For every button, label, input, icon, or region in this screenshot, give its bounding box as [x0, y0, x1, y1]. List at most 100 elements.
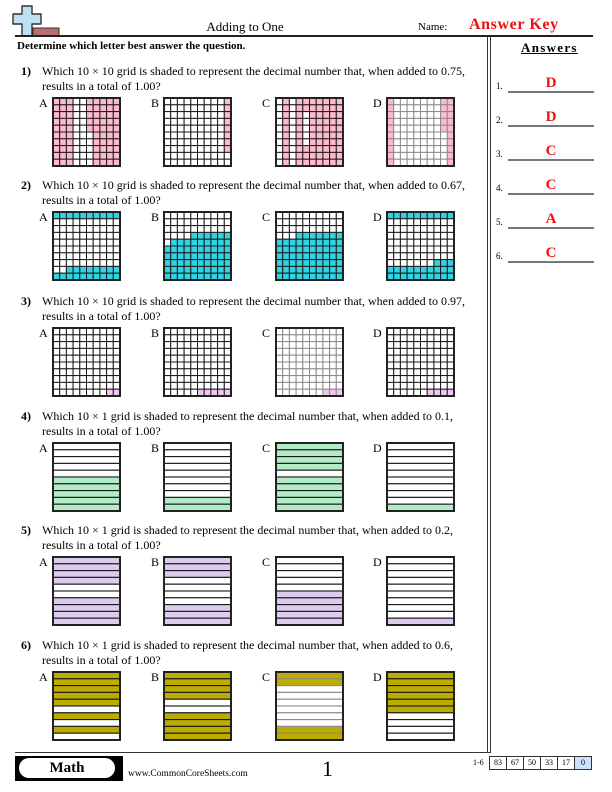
grid-cell — [393, 117, 401, 126]
grid-cell — [99, 225, 108, 233]
grid-cell-shaded — [446, 138, 455, 147]
grid-cell — [52, 442, 121, 451]
option-label: C — [262, 670, 271, 684]
option-grid-d[interactable] — [386, 211, 455, 281]
option-grid-b[interactable] — [163, 327, 232, 397]
grid-cell — [386, 576, 455, 585]
option-grid-c[interactable] — [275, 556, 344, 626]
grid-cell — [99, 218, 108, 227]
option-grid-c[interactable] — [275, 671, 344, 741]
grid-cell-shaded — [112, 158, 121, 167]
grid-cell-shaded — [52, 712, 121, 721]
option-grid-c[interactable] — [275, 442, 344, 512]
grid-cell — [176, 145, 185, 153]
grid-cell-shaded — [176, 245, 185, 254]
grid-cell — [329, 225, 337, 233]
option-grid-a[interactable] — [52, 327, 121, 397]
grid-cell-shaded — [106, 151, 114, 160]
option-grid-b[interactable] — [163, 671, 232, 741]
grid-cell — [52, 469, 121, 478]
answer-blank-line[interactable] — [508, 125, 594, 127]
grid-cell — [288, 211, 297, 220]
answer-number: 1. — [496, 81, 503, 91]
option-grid-a[interactable] — [52, 442, 121, 512]
grid-cell — [92, 347, 101, 356]
grid-cell — [79, 368, 87, 377]
grid-cell-shaded — [288, 272, 297, 281]
grid-cell-shaded — [176, 238, 185, 247]
grid-cell-shaded — [322, 272, 331, 281]
grid-cell — [393, 124, 401, 133]
grid-cell — [190, 151, 198, 160]
grid-cell-shaded — [302, 104, 310, 113]
answer-blank-line[interactable] — [508, 227, 594, 229]
option-grid-c[interactable] — [275, 327, 344, 397]
grid-cell — [52, 259, 61, 267]
grid-cell-shaded — [322, 245, 331, 254]
website-link[interactable]: www.CommonCoreSheets.com — [128, 769, 248, 779]
grid-cell — [183, 97, 192, 106]
option-grid-a[interactable] — [52, 97, 121, 167]
grid-cell — [52, 354, 61, 363]
grid-cell — [183, 334, 192, 343]
grid-cell-shaded — [322, 145, 331, 153]
grid-cell — [72, 368, 81, 377]
grid-cell — [217, 354, 225, 363]
answer-blank-line[interactable] — [508, 159, 594, 161]
grid-cell-shaded — [440, 272, 448, 281]
grid-cell — [79, 151, 87, 160]
grid-cell — [288, 231, 297, 240]
option-grid-d[interactable] — [386, 97, 455, 167]
grid-cell — [106, 341, 114, 349]
option-grid-a[interactable] — [52, 556, 121, 626]
grid-cell — [197, 124, 205, 133]
grid-cell — [79, 104, 87, 113]
option-grid-b[interactable] — [163, 211, 232, 281]
grid-cell — [413, 354, 421, 363]
option-grid-d[interactable] — [386, 327, 455, 397]
grid-cell-shaded — [275, 496, 344, 505]
grid-cell — [446, 381, 455, 390]
grid-cell — [197, 361, 205, 370]
answer-blank-line[interactable] — [508, 261, 594, 263]
option-grid-d[interactable] — [386, 671, 455, 741]
option-grid-d[interactable] — [386, 556, 455, 626]
answer-blank-line[interactable] — [508, 91, 594, 93]
option-grid-c[interactable] — [275, 97, 344, 167]
option-grid-a[interactable] — [52, 671, 121, 741]
option-grid-c[interactable] — [275, 211, 344, 281]
grid-cell — [393, 151, 401, 160]
grid-cell — [203, 97, 212, 106]
grid-cell-shaded — [295, 145, 304, 153]
grid-cell — [406, 124, 415, 133]
option-grid-a[interactable] — [52, 211, 121, 281]
grid-cell — [413, 334, 421, 343]
grid-cell-shaded — [335, 145, 344, 153]
grid-cell — [386, 469, 455, 478]
grid-cell — [203, 381, 212, 390]
grid-cell-shaded — [52, 597, 121, 606]
grid-cell — [426, 145, 435, 153]
grid-cell — [275, 563, 344, 572]
grid-cell-shaded — [386, 145, 395, 153]
grid-cell — [86, 375, 94, 383]
grid-cell — [52, 590, 121, 599]
grid-cell — [163, 576, 232, 585]
grid-cell — [282, 361, 290, 370]
answer-blank-line[interactable] — [508, 193, 594, 195]
grid-cell-shaded — [446, 259, 455, 267]
option-grid-b[interactable] — [163, 97, 232, 167]
grid-cell — [190, 111, 198, 119]
grid-cell — [112, 381, 121, 390]
option-grid-b[interactable] — [163, 556, 232, 626]
grid-cell — [335, 334, 344, 343]
grid-cell-shaded — [335, 231, 344, 240]
grid-cell — [315, 354, 324, 363]
grid-cell — [59, 259, 67, 267]
option-grid-d[interactable] — [386, 442, 455, 512]
grid-cell — [65, 347, 74, 356]
grid-cell — [399, 341, 408, 349]
grid-cell-shaded — [197, 388, 205, 397]
option-grid-b[interactable] — [163, 442, 232, 512]
grid-cell — [288, 375, 297, 383]
